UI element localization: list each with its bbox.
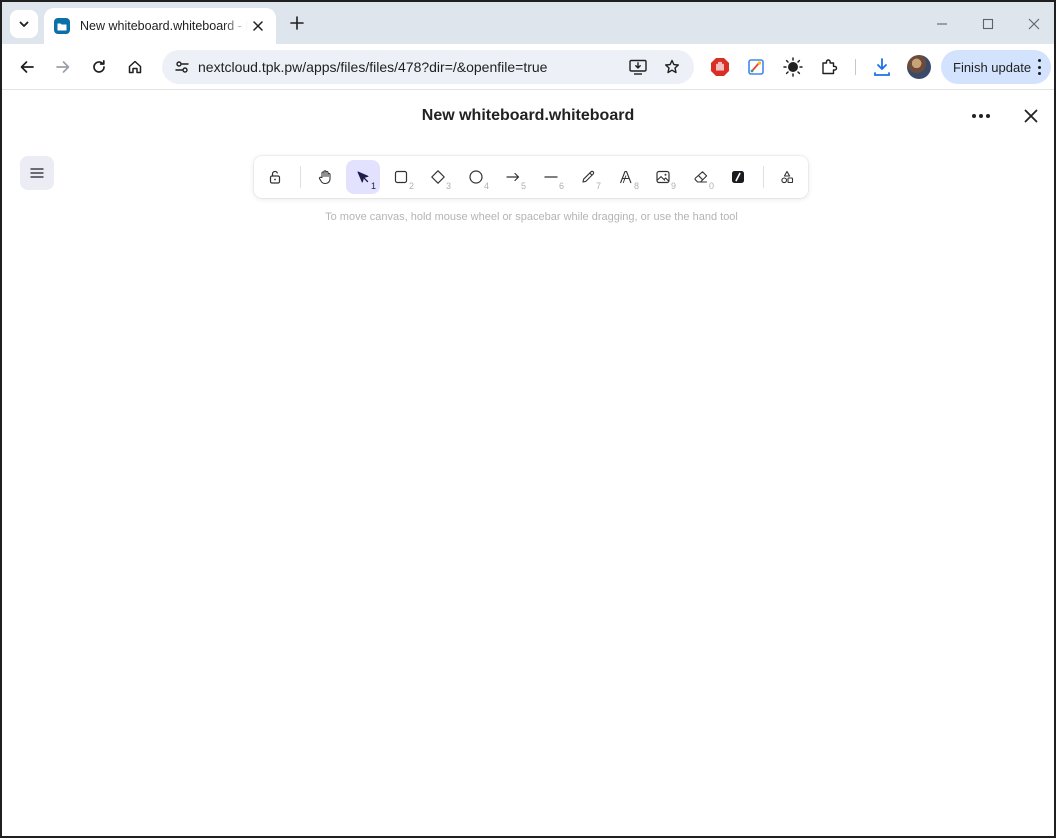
cursor-arrow-icon [357, 171, 369, 183]
home-button[interactable] [120, 52, 150, 82]
tool-key-label: 4 [483, 181, 489, 191]
tool-key-label: 6 [558, 181, 564, 191]
more-vertical-icon [1037, 59, 1041, 75]
tab-search-button[interactable] [10, 10, 38, 38]
tool-key-label: 1 [370, 181, 376, 191]
reload-button[interactable] [84, 52, 114, 82]
close-icon [1028, 18, 1040, 30]
canvas-hint: To move canvas, hold mouse wheel or spac… [325, 211, 738, 223]
tool-text[interactable]: 8 [609, 160, 643, 194]
stop-hand-icon [711, 58, 729, 76]
close-viewer-button[interactable] [1018, 103, 1044, 129]
shapes-icon [781, 170, 794, 184]
pencil-icon [582, 170, 595, 183]
minimize-button[interactable] [928, 10, 956, 38]
toolbar-separator [855, 59, 856, 75]
forward-button[interactable] [48, 52, 78, 82]
tool-draw[interactable]: 7 [571, 160, 605, 194]
profile-avatar[interactable] [907, 55, 931, 79]
url-text[interactable]: nextcloud.tpk.pw/apps/files/files/478?di… [198, 59, 547, 75]
window-close-button[interactable] [1020, 10, 1048, 38]
plus-icon [290, 16, 304, 30]
finish-update-label: Finish update [953, 59, 1032, 75]
main-menu-button[interactable] [20, 156, 54, 190]
tool-key-label: 2 [408, 181, 414, 191]
arrow-right-icon [56, 61, 70, 73]
more-horizontal-icon [972, 114, 976, 118]
download-icon [874, 58, 890, 76]
tool-image[interactable]: 9 [646, 160, 680, 194]
extension-color-button[interactable] [743, 54, 769, 80]
tab-close-button[interactable] [250, 18, 266, 34]
arrow-right-icon [506, 172, 520, 182]
eraser-icon [694, 171, 708, 183]
tool-ellipse[interactable]: 4 [459, 160, 493, 194]
tool-extra-tools[interactable] [770, 160, 804, 194]
tool-laser[interactable] [721, 160, 755, 194]
tool-rectangle[interactable]: 2 [384, 160, 418, 194]
tool-key-label: 3 [445, 181, 451, 191]
diamond-icon [431, 170, 445, 184]
page-title: New whiteboard.whiteboard [421, 107, 635, 124]
star-icon [665, 59, 679, 74]
hamburger-icon [30, 168, 44, 178]
tool-key-label: 9 [670, 181, 676, 191]
laser-pointer-icon [732, 171, 744, 183]
extensions-button[interactable] [816, 54, 842, 80]
unlock-icon [269, 170, 281, 184]
back-button[interactable] [12, 52, 42, 82]
tune-icon [175, 61, 189, 73]
sun-icon [783, 57, 803, 77]
new-tab-button[interactable] [285, 11, 309, 35]
browser-toolbar: nextcloud.tpk.pw/apps/files/files/478?di… [2, 44, 1054, 90]
tool-key-label: 8 [633, 181, 639, 191]
rectangle-icon [394, 170, 408, 184]
close-icon [253, 21, 263, 31]
image-icon [656, 170, 670, 184]
tool-key-label: 0 [708, 181, 714, 191]
downloads-button[interactable] [869, 54, 895, 80]
browser-window: New whiteboard.whiteboard - Nextcloud [0, 0, 1056, 838]
bookmark-button[interactable] [658, 53, 686, 81]
home-icon [128, 60, 142, 74]
line-icon [544, 176, 558, 178]
close-icon [1024, 109, 1038, 123]
tool-line[interactable]: 6 [534, 160, 568, 194]
finish-update-button[interactable]: Finish update [941, 50, 1051, 84]
folder-icon [54, 18, 70, 34]
color-picker-icon [748, 59, 764, 75]
extension-sun-button[interactable] [780, 54, 806, 80]
site-info-button[interactable] [168, 53, 196, 81]
hand-icon [318, 170, 331, 185]
tool-lock[interactable] [258, 160, 292, 194]
extension-adblock-button[interactable] [707, 54, 733, 80]
maximize-button[interactable] [974, 10, 1002, 38]
tool-key-label: 5 [520, 181, 526, 191]
minimize-icon [937, 23, 947, 25]
install-icon [629, 59, 647, 75]
tool-diamond[interactable]: 3 [421, 160, 455, 194]
tool-key-label: 7 [595, 181, 601, 191]
puzzle-icon [822, 59, 838, 75]
tab-strip: New whiteboard.whiteboard - Nextcloud [2, 2, 1054, 44]
tool-hand[interactable] [308, 160, 342, 194]
more-actions-button[interactable] [966, 103, 996, 129]
tool-eraser[interactable]: 0 [684, 160, 718, 194]
ellipse-icon [469, 170, 483, 184]
whiteboard-app: New whiteboard.whiteboard 1 2 3 4 5 6 7 … [2, 91, 1054, 836]
tool-selection[interactable]: 1 [346, 160, 380, 194]
text-icon [619, 170, 632, 184]
chevron-down-icon [19, 21, 29, 27]
reload-icon [93, 59, 105, 73]
address-bar[interactable]: nextcloud.tpk.pw/apps/files/files/478?di… [162, 50, 694, 84]
maximize-icon [982, 18, 994, 30]
install-app-button[interactable] [624, 53, 652, 81]
shape-toolbar: 1 2 3 4 5 6 7 8 9 0 [254, 156, 808, 198]
arrow-left-icon [20, 61, 34, 73]
toolbar-divider [763, 166, 764, 188]
toolbar-divider [300, 166, 301, 188]
tool-arrow[interactable]: 5 [496, 160, 530, 194]
tab-title: New whiteboard.whiteboard - Nextcloud [80, 19, 248, 33]
tab-whiteboard[interactable]: New whiteboard.whiteboard - Nextcloud [44, 8, 276, 44]
